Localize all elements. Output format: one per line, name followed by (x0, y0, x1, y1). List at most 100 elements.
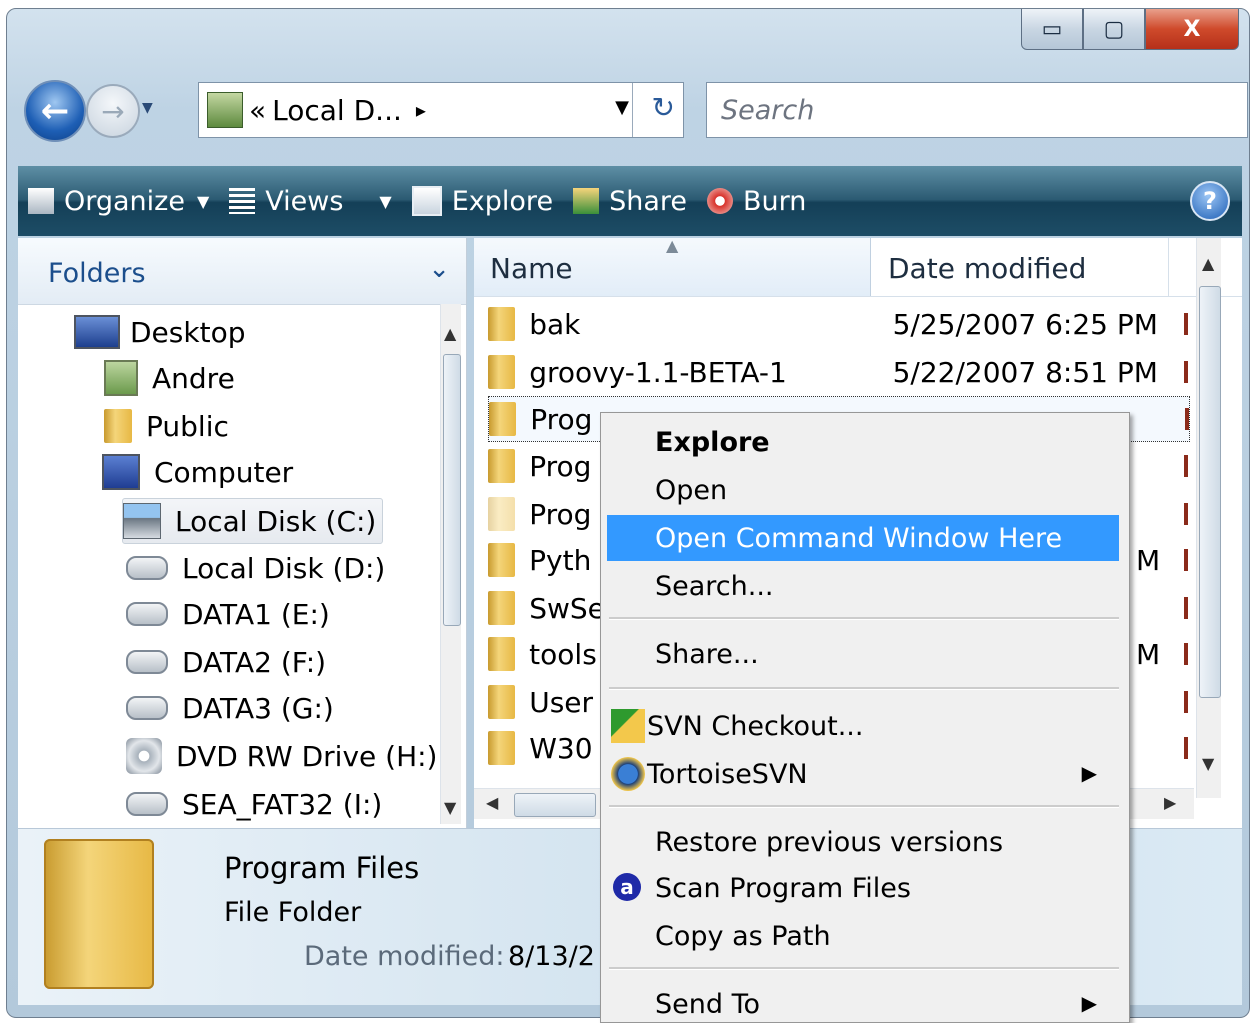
tree-item-data3[interactable]: DATA3 (G:) (126, 686, 334, 730)
address-path[interactable]: Local D... (272, 94, 402, 127)
menu-item-svn-checkout[interactable]: SVN Checkout... (607, 703, 1119, 749)
file-date: 5/22/2007 8:51 PM (892, 355, 1158, 389)
drive-icon (126, 602, 168, 626)
tree-item-label: Andre (152, 361, 235, 395)
views-button[interactable]: Views ▼ (219, 166, 401, 236)
folders-title: Folders (48, 258, 146, 289)
tree-item-dvd-drive[interactable]: DVD RW Drive (H:) (126, 734, 437, 778)
file-row-groovy[interactable]: groovy-1.1-BETA-1 5/22/2007 8:51 PM (488, 350, 1188, 394)
folders-header[interactable]: Folders ⌄ (18, 238, 466, 305)
address-dropdown-icon[interactable]: ▼ (615, 97, 629, 118)
type-column-edge (1184, 361, 1188, 383)
forward-button[interactable]: → (86, 84, 140, 138)
details-date-value: 8/13/2 (508, 941, 595, 972)
dvd-drive-icon (126, 738, 162, 774)
file-name: bak (529, 307, 581, 341)
organize-dropdown-icon: ▼ (196, 191, 210, 211)
tree-item-andre[interactable]: Andre (104, 356, 235, 400)
menu-item-share[interactable]: Share... (607, 631, 1119, 677)
explore-label: Explore (451, 185, 554, 217)
menu-item-label: Send To (655, 989, 761, 1020)
tree-item-public[interactable]: Public (104, 404, 229, 448)
maximize-button[interactable]: ▢ (1083, 9, 1145, 50)
menu-item-label: Open Command Window Here (655, 523, 1063, 554)
submenu-arrow-icon: ▶ (1081, 761, 1097, 785)
recent-pages-dropdown[interactable]: ▼ (142, 100, 153, 116)
svn-checkout-icon (611, 709, 645, 743)
back-button[interactable]: ← (24, 80, 86, 142)
close-button[interactable]: X (1145, 9, 1239, 50)
horizontal-scroll-thumb[interactable] (514, 793, 596, 817)
folders-scroll-thumb[interactable] (443, 354, 461, 626)
share-button[interactable]: Share (563, 166, 697, 236)
menu-item-scan[interactable]: a Scan Program Files (607, 865, 1119, 911)
menu-separator (609, 687, 1119, 690)
type-column-edge (1184, 455, 1188, 477)
folder-icon (104, 409, 132, 443)
column-divider[interactable] (1168, 238, 1169, 296)
folder-icon (488, 685, 516, 719)
scroll-up-arrow-icon[interactable]: ▲ (1202, 254, 1214, 273)
tree-item-local-disk-c[interactable]: Local Disk (C:) (122, 498, 384, 544)
command-bar: Organize ▼ Views ▼ Explore Share Burn ? (18, 166, 1242, 236)
folder-icon (489, 402, 517, 436)
scroll-up-arrow-icon[interactable]: ▲ (444, 324, 456, 343)
menu-separator (609, 805, 1119, 808)
organize-button[interactable]: Organize ▼ (18, 166, 219, 236)
menu-item-search[interactable]: Search... (607, 563, 1119, 609)
tree-item-sea-fat32[interactable]: SEA_FAT32 (I:) (126, 782, 382, 826)
tortoisesvn-icon (611, 757, 645, 791)
address-bar[interactable]: « Local D... ▸ ▼ ↻ (198, 82, 684, 138)
drive-icon (126, 650, 168, 674)
minimize-button[interactable]: ▭ (1021, 9, 1083, 50)
tree-item-local-disk-d[interactable]: Local Disk (D:) (126, 546, 385, 590)
folder-icon (488, 637, 516, 671)
tree-item-label: DVD RW Drive (H:) (176, 739, 438, 773)
search-box[interactable]: Search (706, 82, 1248, 138)
tree-item-desktop[interactable]: Desktop (74, 310, 245, 354)
refresh-icon[interactable]: ↻ (652, 91, 675, 124)
tree-item-label: Public (146, 409, 229, 443)
organize-label: Organize (64, 185, 185, 217)
type-column-edge (1184, 549, 1188, 571)
menu-separator (609, 617, 1119, 620)
menu-item-restore-previous-versions[interactable]: Restore previous versions (607, 819, 1119, 865)
drive-icon (126, 556, 168, 580)
menu-item-label: Explore (655, 427, 770, 458)
name-column-header[interactable]: ▲ Name (474, 238, 871, 296)
collapse-chevron-icon[interactable]: ⌄ (428, 254, 450, 284)
folder-icon (488, 449, 516, 483)
search-input[interactable]: Search (721, 95, 814, 126)
menu-item-explore[interactable]: Explore (607, 419, 1119, 465)
menu-item-label: TortoiseSVN (647, 759, 808, 790)
menu-item-label: SVN Checkout... (647, 711, 864, 742)
menu-item-open-command-window[interactable]: Open Command Window Here (607, 515, 1119, 561)
help-icon[interactable]: ? (1190, 181, 1230, 221)
menu-item-open[interactable]: Open (607, 467, 1119, 513)
tree-item-data1[interactable]: DATA1 (E:) (126, 592, 330, 636)
scroll-right-arrow-icon[interactable]: ▶ (1164, 793, 1176, 812)
back-arrow-icon: ← (40, 91, 70, 131)
views-label: Views (265, 185, 344, 217)
scroll-down-arrow-icon[interactable]: ▼ (1202, 754, 1214, 773)
menu-item-copy-as-path[interactable]: Copy as Path (607, 913, 1119, 959)
breadcrumb-arrow-icon[interactable]: ▸ (416, 98, 426, 122)
scroll-left-arrow-icon[interactable]: ◀ (486, 793, 498, 812)
file-list-vertical-scrollbar[interactable]: ▲ ▼ (1196, 238, 1221, 798)
burn-button[interactable]: Burn (697, 166, 816, 236)
share-icon (573, 188, 600, 214)
menu-item-tortoisesvn[interactable]: TortoiseSVN ▶ (607, 751, 1119, 797)
file-list-scroll-thumb[interactable] (1199, 286, 1221, 698)
hidden-folder-icon (488, 497, 516, 531)
file-row-bak[interactable]: bak 5/25/2007 6:25 PM (488, 302, 1188, 346)
date-modified-column-header[interactable]: Date modified (888, 252, 1086, 285)
menu-item-send-to[interactable]: Send To ▶ (607, 981, 1119, 1022)
folders-scrollbar[interactable]: ▲ ▼ (440, 304, 461, 824)
scroll-down-arrow-icon[interactable]: ▼ (444, 798, 456, 817)
address-chevrons[interactable]: « (249, 94, 266, 127)
tree-item-data2[interactable]: DATA2 (F:) (126, 640, 326, 684)
menu-item-label: Copy as Path (655, 921, 831, 952)
explore-button[interactable]: Explore (402, 166, 563, 236)
tree-item-computer[interactable]: Computer (102, 450, 293, 494)
menu-separator (609, 967, 1119, 970)
